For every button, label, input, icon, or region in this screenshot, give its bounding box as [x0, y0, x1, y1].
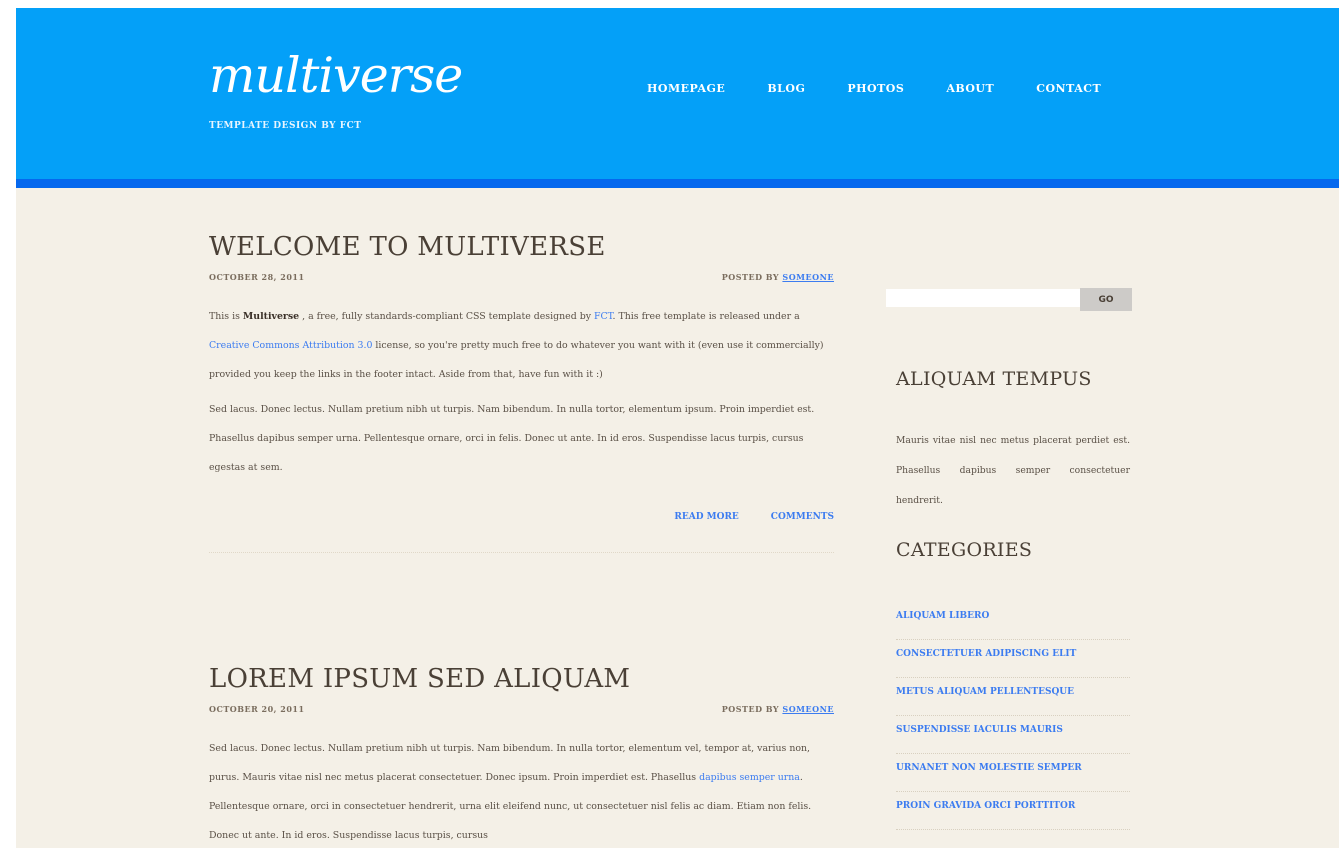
posted-by-label: POSTED BY	[721, 704, 780, 714]
nav-homepage[interactable]: HOMEPAGE	[647, 82, 725, 95]
category-link[interactable]: CONSECTETUER ADIPISCING ELIT	[896, 649, 1076, 659]
category-link[interactable]: METUS ALIQUAM PELLENTESQUE	[896, 687, 1074, 697]
post-lorem: LOREM IPSUM SED ALIQUAM OCTOBER 20, 2011…	[209, 664, 834, 848]
post-paragraph: Sed lacus. Donec lectus. Nullam pretium …	[209, 743, 812, 841]
nav-contact[interactable]: CONTACT	[1036, 82, 1101, 95]
post-title[interactable]: LOREM IPSUM SED ALIQUAM	[209, 664, 834, 694]
post-body: This is Multiverse , a free, fully stand…	[209, 302, 834, 482]
site-logo[interactable]: multiverse	[209, 46, 463, 106]
sidebar-about-title: ALIQUAM TEMPUS	[896, 368, 1092, 390]
post-welcome: WELCOME TO MULTIVERSE OCTOBER 28, 2011 P…	[209, 232, 834, 553]
post-links: READ MORE COMMENTS	[209, 512, 834, 522]
nav-blog[interactable]: BLOG	[767, 82, 805, 95]
post-paragraph: Sed lacus. Donec lectus. Nullam pretium …	[209, 404, 815, 473]
search-go-button[interactable]: GO	[1080, 288, 1132, 311]
post-meta: OCTOBER 28, 2011 POSTED BY SOMEONE	[209, 272, 834, 282]
post-author-link[interactable]: SOMEONE	[782, 272, 834, 282]
bold-text: Multiverse	[242, 311, 300, 322]
header-accent-bar	[16, 179, 1339, 188]
post-date: OCTOBER 28, 2011	[209, 272, 305, 282]
categories-list: ALIQUAM LIBERO CONSECTETUER ADIPISCING E…	[896, 602, 1130, 830]
inline-link[interactable]: dapibus semper urna	[699, 772, 800, 783]
post-meta: OCTOBER 20, 2011 POSTED BY SOMEONE	[209, 704, 834, 714]
post-divider	[209, 552, 834, 553]
sidebar-categories-title: CATEGORIES	[896, 539, 1033, 561]
post-body: Sed lacus. Donec lectus. Nullam pretium …	[209, 734, 834, 848]
category-link[interactable]: URNANET NON MOLESTIE SEMPER	[896, 763, 1082, 773]
posted-by-label: POSTED BY	[721, 272, 780, 282]
nav-photos[interactable]: PHOTOS	[847, 82, 904, 95]
post-paragraph: This is Multiverse , a free, fully stand…	[209, 311, 824, 380]
category-link[interactable]: SUSPENDISSE IACULIS MAURIS	[896, 725, 1063, 735]
category-item: PROIN GRAVIDA ORCI PORTTITOR	[896, 792, 1130, 830]
category-item: ALIQUAM LIBERO	[896, 602, 1130, 640]
post-title[interactable]: WELCOME TO MULTIVERSE	[209, 232, 834, 262]
category-link[interactable]: PROIN GRAVIDA ORCI PORTTITOR	[896, 801, 1075, 811]
comments-link[interactable]: COMMENTS	[771, 512, 834, 522]
read-more-link[interactable]: READ MORE	[674, 512, 738, 522]
category-item: URNANET NON MOLESTIE SEMPER	[896, 754, 1130, 792]
fct-link[interactable]: FCT	[594, 311, 613, 322]
nav-about[interactable]: ABOUT	[946, 82, 994, 95]
category-item: METUS ALIQUAM PELLENTESQUE	[896, 678, 1130, 716]
post-byline: POSTED BY SOMEONE	[722, 272, 834, 282]
main-nav: HOMEPAGE BLOG PHOTOS ABOUT CONTACT	[647, 82, 1101, 95]
site-header: multiverse TEMPLATE DESIGN BY FCT HOMEPA…	[16, 8, 1339, 179]
post-author-link[interactable]: SOMEONE	[782, 704, 834, 714]
site-tagline: TEMPLATE DESIGN BY FCT	[209, 121, 362, 131]
post-byline: POSTED BY SOMEONE	[722, 704, 834, 714]
search-input[interactable]	[886, 289, 1084, 307]
category-item: SUSPENDISSE IACULIS MAURIS	[896, 716, 1130, 754]
category-item: CONSECTETUER ADIPISCING ELIT	[896, 640, 1130, 678]
sidebar-about-text: Mauris vitae nisl nec metus placerat per…	[896, 435, 1130, 506]
post-date: OCTOBER 20, 2011	[209, 704, 305, 714]
page-frame: multiverse TEMPLATE DESIGN BY FCT HOMEPA…	[16, 8, 1339, 848]
category-link[interactable]: ALIQUAM LIBERO	[896, 611, 989, 621]
license-link[interactable]: Creative Commons Attribution 3.0	[209, 340, 372, 351]
